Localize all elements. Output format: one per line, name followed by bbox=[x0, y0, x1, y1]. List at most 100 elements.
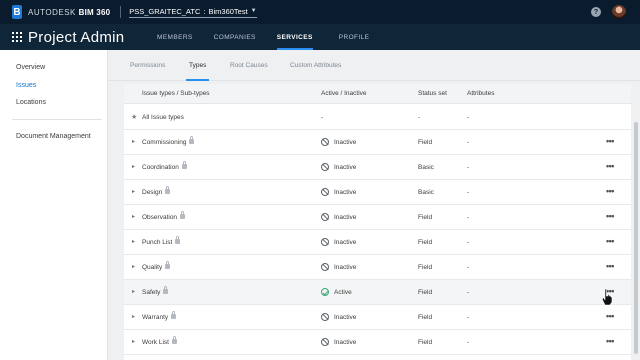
type-name: Design bbox=[142, 186, 171, 196]
blocked-circle-icon[interactable] bbox=[321, 188, 329, 196]
sidebar-item-overview[interactable]: Overview bbox=[16, 64, 45, 71]
type-name: Work List bbox=[142, 336, 177, 346]
blocked-circle-icon[interactable] bbox=[321, 163, 329, 171]
type-name: Quality bbox=[142, 261, 171, 271]
lock-icon bbox=[165, 261, 171, 269]
table-header: Issue types / Sub-types Active / Inactiv… bbox=[124, 84, 631, 104]
table-row[interactable]: ▸ Safety Active Field - ••• bbox=[124, 280, 631, 305]
table-row[interactable]: ▸ Work List Inactive Field - ••• bbox=[124, 330, 631, 355]
issue-types-table: Issue types / Sub-types Active / Inactiv… bbox=[124, 84, 631, 360]
status-set-value: Basic bbox=[418, 189, 434, 196]
more-options-icon[interactable]: ••• bbox=[606, 211, 614, 221]
type-label: Coordination bbox=[142, 164, 179, 171]
type-label: Observation bbox=[142, 214, 178, 221]
app-grid-icon[interactable] bbox=[12, 32, 22, 42]
table-row[interactable]: ▸ Commissioning Inactive Field - ••• bbox=[124, 130, 631, 155]
type-name: All Issue types bbox=[142, 114, 184, 121]
attributes-value: - bbox=[467, 164, 470, 171]
check-circle-icon[interactable] bbox=[321, 288, 329, 296]
project-name: Bim360Test bbox=[208, 6, 248, 16]
tab-root-causes[interactable]: Root Causes bbox=[230, 62, 268, 69]
chevron-right-icon[interactable]: ▸ bbox=[132, 214, 138, 221]
bim360-logo-icon: B bbox=[12, 5, 22, 19]
help-icon[interactable]: ? bbox=[591, 7, 601, 17]
type-label: Commissioning bbox=[142, 139, 187, 146]
nav-tab-services[interactable]: SERVICES bbox=[276, 24, 313, 50]
column-header-status-set: Status set bbox=[418, 90, 447, 97]
column-header-type: Issue types / Sub-types bbox=[142, 90, 210, 97]
more-options-icon[interactable]: ••• bbox=[606, 261, 614, 271]
more-options-icon[interactable]: ••• bbox=[606, 136, 614, 146]
table-row-all[interactable]: ★ All Issue types - - - bbox=[124, 105, 631, 130]
top-bar: B AUTODESK BIM 360 PSS_GRAITEC_ATC : Bim… bbox=[0, 0, 640, 24]
nav-tab-members[interactable]: MEMBERS bbox=[157, 24, 193, 50]
chevron-right-icon[interactable]: ▸ bbox=[132, 264, 138, 271]
type-name: Safety bbox=[142, 286, 169, 296]
more-options-icon[interactable]: ••• bbox=[606, 336, 614, 346]
tab-types[interactable]: Types bbox=[185, 62, 210, 81]
type-name: Warranty bbox=[142, 311, 177, 321]
attributes-value: - bbox=[467, 314, 470, 321]
chevron-right-icon[interactable]: ▸ bbox=[132, 239, 138, 246]
hand-cursor-icon bbox=[602, 288, 613, 306]
active-value: - bbox=[321, 114, 324, 121]
status-set-value: Field bbox=[418, 214, 433, 221]
more-options-icon[interactable]: ••• bbox=[606, 161, 614, 171]
chevron-right-icon[interactable]: ▸ bbox=[132, 164, 138, 171]
table-row[interactable]: ▸ Punch List Inactive Field - ••• bbox=[124, 230, 631, 255]
tab-custom-attributes[interactable]: Custom Attributes bbox=[290, 62, 341, 69]
sidebar-item-document-management[interactable]: Document Management bbox=[16, 133, 91, 140]
type-name: Observation bbox=[142, 211, 186, 221]
chevron-right-icon[interactable]: ▸ bbox=[132, 339, 138, 346]
attributes-value: - bbox=[467, 189, 470, 196]
attributes-value: - bbox=[467, 289, 470, 296]
blocked-circle-icon[interactable] bbox=[321, 213, 329, 221]
blocked-circle-icon[interactable] bbox=[321, 263, 329, 271]
lock-icon bbox=[163, 286, 169, 294]
sidebar-item-issues[interactable]: Issues bbox=[16, 82, 36, 89]
page-header: Project Admin MEMBERS COMPANIES SERVICES… bbox=[0, 24, 640, 50]
active-value: Inactive bbox=[334, 164, 357, 171]
table-row[interactable]: ▸ Quality Inactive Field - ••• bbox=[124, 255, 631, 280]
chevron-right-icon[interactable]: ▸ bbox=[132, 189, 138, 196]
sidebar: Overview Issues Locations Document Manag… bbox=[0, 50, 108, 360]
table-row[interactable]: ▸ Design Inactive Basic - ••• bbox=[124, 180, 631, 205]
lock-icon bbox=[175, 236, 181, 244]
more-options-icon[interactable]: ••• bbox=[606, 186, 614, 196]
attributes-value: - bbox=[467, 214, 470, 221]
attributes-value: - bbox=[467, 114, 470, 121]
type-name: Commissioning bbox=[142, 136, 195, 146]
status-set-value: Field bbox=[418, 239, 433, 246]
type-name: Coordination bbox=[142, 161, 187, 171]
type-label: Quality bbox=[142, 264, 163, 271]
status-set-value: Field bbox=[418, 339, 433, 346]
table-row[interactable]: ▸ Observation Inactive Field - ••• bbox=[124, 205, 631, 230]
blocked-circle-icon[interactable] bbox=[321, 338, 329, 346]
table-row[interactable]: ▸ Warranty Inactive Field - ••• bbox=[124, 305, 631, 330]
more-options-icon[interactable]: ••• bbox=[606, 311, 614, 321]
table-row[interactable]: ▸ Coordination Inactive Basic - ••• bbox=[124, 155, 631, 180]
blocked-circle-icon[interactable] bbox=[321, 238, 329, 246]
status-set-value: Field bbox=[418, 314, 433, 321]
active-value: Inactive bbox=[334, 339, 357, 346]
tab-permissions[interactable]: Permissions bbox=[130, 62, 165, 69]
more-options-icon[interactable]: ••• bbox=[606, 236, 614, 246]
active-value: Inactive bbox=[334, 189, 357, 196]
project-selector[interactable]: PSS_GRAITEC_ATC : Bim360Test ▼ bbox=[129, 6, 257, 18]
blocked-circle-icon[interactable] bbox=[321, 138, 329, 146]
scrollbar[interactable] bbox=[634, 122, 638, 354]
type-label: Punch List bbox=[142, 239, 173, 246]
chevron-right-icon[interactable]: ▸ bbox=[132, 289, 138, 296]
nav-tab-profile[interactable]: PROFILE bbox=[339, 24, 370, 50]
status-set-value: Field bbox=[418, 139, 433, 146]
active-value: Inactive bbox=[334, 314, 357, 321]
chevron-right-icon[interactable]: ▸ bbox=[132, 314, 138, 321]
sidebar-item-locations[interactable]: Locations bbox=[16, 99, 46, 106]
status-set-value: Field bbox=[418, 264, 433, 271]
nav-tab-companies[interactable]: COMPANIES bbox=[214, 24, 256, 50]
status-set-value: Basic bbox=[418, 164, 434, 171]
avatar[interactable] bbox=[612, 5, 626, 19]
blocked-circle-icon[interactable] bbox=[321, 313, 329, 321]
project-account: PSS_GRAITEC_ATC bbox=[129, 6, 201, 16]
chevron-right-icon[interactable]: ▸ bbox=[132, 139, 138, 146]
